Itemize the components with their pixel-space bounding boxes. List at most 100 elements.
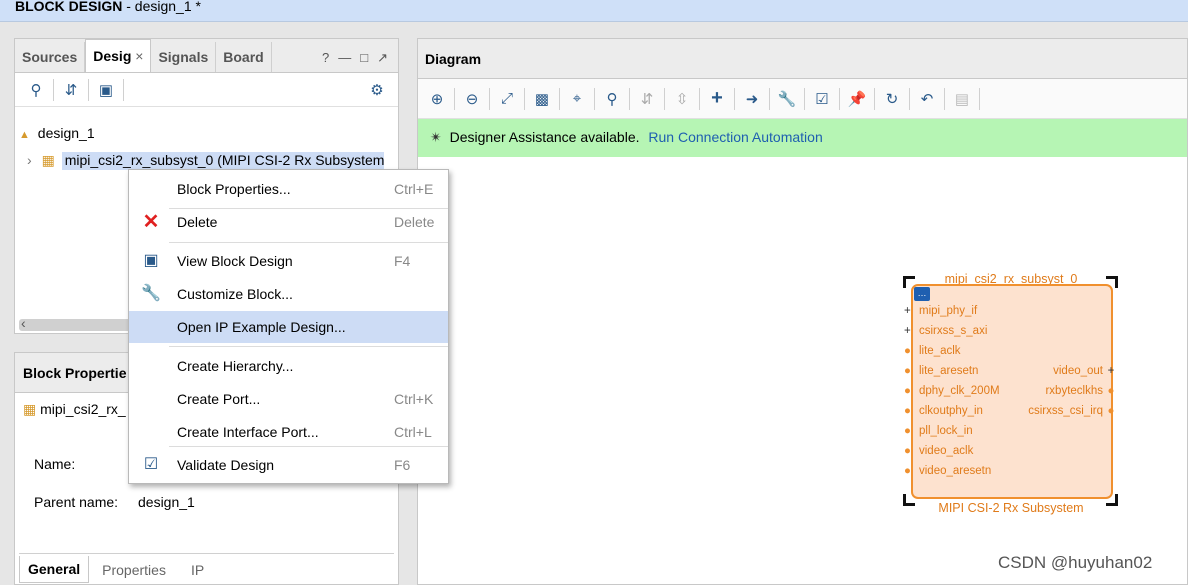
block-port-rxbyteclkhs[interactable]: rxbyteclkhs ● — [1045, 385, 1119, 397]
tab-general[interactable]: General — [19, 556, 90, 583]
pin-dot-icon: ● — [904, 345, 911, 357]
pin-dot-icon: ● — [1107, 385, 1115, 397]
toolbar-separator — [979, 87, 980, 110]
menu-item-create-interface-port[interactable]: Create Interface Port... Ctrl+L — [129, 416, 448, 448]
make-connection-icon[interactable]: ➜ — [739, 86, 765, 112]
tab-sources[interactable]: Sources — [15, 42, 86, 72]
block-info-icon[interactable]: … — [914, 287, 930, 301]
block-port-dphy_clk_200M[interactable]: ● dphy_clk_200M — [904, 385, 1000, 397]
search-icon[interactable]: ⚲ — [599, 86, 625, 112]
regenerate-layout-icon[interactable]: ↻ — [879, 86, 905, 112]
pin-icon[interactable]: 📌 — [844, 86, 870, 112]
zoom-out-icon[interactable]: ⊖ — [459, 86, 485, 112]
zoom-area-icon[interactable]: ▩ — [529, 86, 555, 112]
expand-all-icon[interactable]: ⇳ — [669, 86, 695, 112]
toolbar-separator — [664, 87, 665, 110]
tab-design[interactable]: Desig × — [85, 39, 152, 72]
ip-chip-icon: ▦ — [41, 152, 55, 168]
menu-item-open-ip-example-design[interactable]: Open IP Example Design... — [129, 311, 448, 343]
maximize-icon[interactable]: □ — [360, 50, 368, 66]
wrench-icon[interactable]: 🔧 — [774, 86, 800, 112]
pin-dot-icon: ● — [904, 425, 911, 437]
gear-icon[interactable]: ⚙ — [364, 77, 390, 103]
diagram-title: Diagram — [418, 39, 1187, 79]
block-port-clkoutphy_in[interactable]: ● clkoutphy_in — [904, 405, 983, 417]
toolbar-separator — [734, 87, 735, 110]
add-ip-icon[interactable]: + — [704, 86, 730, 112]
toolbar-separator — [524, 87, 525, 110]
parent-name-value: design_1 — [138, 494, 195, 510]
menu-item-customize-block[interactable]: 🔧 Customize Block... — [129, 278, 448, 310]
tab-board[interactable]: Board — [216, 42, 272, 72]
bus-plus-icon: + — [904, 305, 911, 317]
minimize-icon[interactable]: — — [338, 50, 351, 66]
search-icon[interactable]: ⚲ — [23, 77, 49, 103]
collapse-all-icon[interactable]: ⇵ — [58, 77, 84, 103]
block-port-mipi_phy_if[interactable]: + mipi_phy_if — [904, 305, 977, 317]
menu-item-create-port[interactable]: Create Port... Ctrl+K — [129, 383, 448, 415]
menu-separator — [169, 446, 448, 447]
block-port-pll_lock_in[interactable]: ● pll_lock_in — [904, 425, 973, 437]
chevron-right-icon[interactable]: › — [27, 152, 32, 168]
toolbar-separator — [559, 87, 560, 110]
toolbar-separator — [88, 78, 89, 101]
toolbar-separator — [489, 87, 490, 110]
block-port-video_aresetn[interactable]: ● video_aresetn — [904, 465, 991, 477]
window-title-bar: BLOCK DESIGN - design_1 * — [0, 0, 1188, 22]
zoom-fit-icon[interactable]: ⤢ — [494, 86, 520, 112]
block-port-lite_aresetn[interactable]: ● lite_aresetn — [904, 365, 978, 377]
menu-item-validate-design[interactable]: ☑ Validate Design F6 — [129, 449, 448, 481]
scroll-left-icon[interactable]: ‹ — [21, 315, 26, 331]
window-title: BLOCK DESIGN - design_1 * — [15, 0, 201, 14]
pin-dot-icon: ● — [904, 465, 911, 477]
sources-toolbar: ⚲ ⇵ ▣ ⚙ — [15, 73, 398, 107]
toolbar-separator — [123, 78, 124, 101]
gray-block-icon[interactable]: ▤ — [949, 86, 975, 112]
toolbar-separator — [594, 87, 595, 110]
tab-ip[interactable]: IP — [179, 557, 216, 583]
toolbar-separator — [629, 87, 630, 110]
tab-close-icon[interactable]: × — [135, 48, 143, 64]
toolbar-separator — [804, 87, 805, 110]
view-block-design-icon[interactable]: ▣ — [93, 77, 119, 103]
toolbar-separator — [53, 78, 54, 101]
block-port-csirxss_s_axi[interactable]: + csirxss_s_axi — [904, 325, 987, 337]
tab-properties[interactable]: Properties — [89, 557, 179, 583]
menu-item-create-hierarchy[interactable]: Create Hierarchy... — [129, 350, 448, 382]
menu-item-delete[interactable]: ✕ Delete Delete — [129, 206, 448, 238]
validate-icon[interactable]: ☑ — [809, 86, 835, 112]
menu-separator — [169, 242, 448, 243]
tree-root[interactable]: ▲ design_1 — [19, 125, 95, 141]
block-port-lite_aclk[interactable]: ● lite_aclk — [904, 345, 961, 357]
toolbar-separator — [874, 87, 875, 110]
select-target-icon[interactable]: ⌖ — [564, 86, 590, 112]
hierarchy-icon: ▲ — [19, 129, 30, 141]
route-icon[interactable]: ↶ — [914, 86, 940, 112]
toolbar-separator — [839, 87, 840, 110]
toolbar-separator — [909, 87, 910, 110]
bus-plus-icon: + — [904, 325, 911, 337]
tab-signals[interactable]: Signals — [151, 42, 217, 72]
watermark: CSDN @huyuhan02 — [998, 553, 1153, 572]
collapse-all-icon[interactable]: ⇵ — [634, 86, 660, 112]
delete-x-icon: ✕ — [142, 211, 160, 233]
help-icon[interactable]: ? — [322, 50, 329, 66]
menu-item-view-block-design[interactable]: ▣ View Block Design F4 — [129, 245, 448, 277]
toolbar-separator — [769, 87, 770, 110]
block-port-video_out[interactable]: video_out + — [1053, 365, 1119, 377]
run-connection-automation-link[interactable]: Run Connection Automation — [648, 129, 822, 145]
zoom-in-icon[interactable]: ⊕ — [424, 86, 450, 112]
menu-separator — [169, 346, 448, 347]
toolbar-separator — [454, 87, 455, 110]
menu-item-block-properties[interactable]: Block Properties... Ctrl+E — [129, 173, 448, 205]
ip-block[interactable]: mipi_csi2_rx_subsyst_0 … + mipi_phy_if + cs… — [901, 272, 1121, 515]
pin-dot-icon: ● — [904, 365, 911, 377]
block-port-video_aclk[interactable]: ● video_aclk — [904, 445, 973, 457]
float-icon[interactable]: ↗ — [377, 50, 388, 66]
block-port-csirxss_csi_irq[interactable]: csirxss_csi_irq ● — [1028, 405, 1119, 417]
pin-dot-icon: ● — [1107, 405, 1115, 417]
pin-dot-icon: ● — [904, 385, 911, 397]
horizontal-scrollbar[interactable] — [19, 319, 139, 331]
name-label: Name: — [34, 456, 76, 472]
context-menu: Block Properties... Ctrl+E ✕ Delete Dele… — [128, 169, 449, 484]
